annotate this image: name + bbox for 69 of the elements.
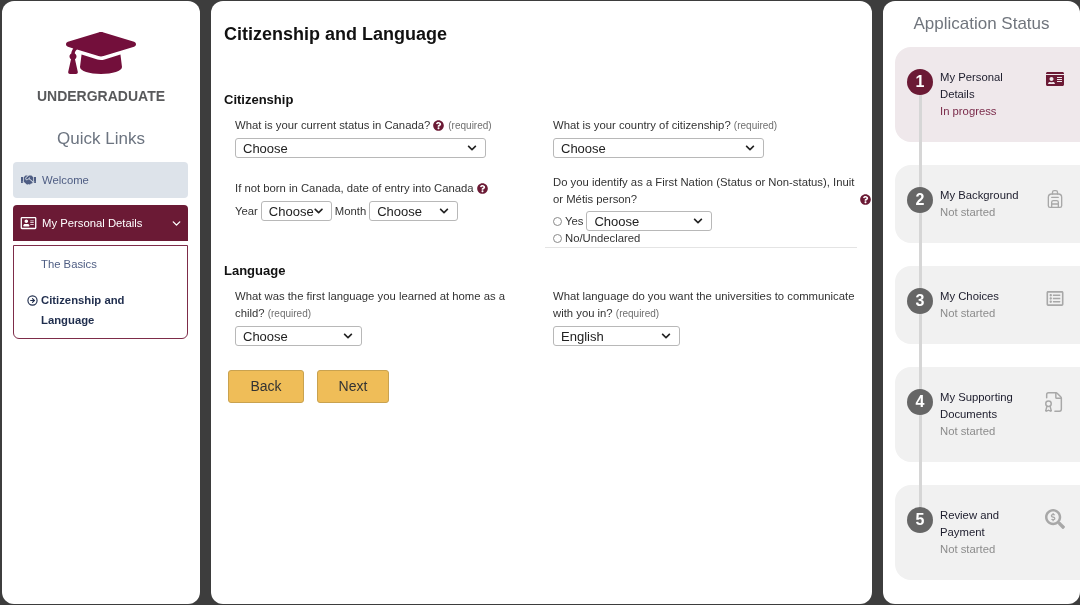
step-number: 5 xyxy=(907,507,933,533)
submenu-link[interactable]: Citizenship and Language xyxy=(27,290,179,330)
chevron-down-icon xyxy=(745,143,755,153)
step-number: 2 xyxy=(907,187,933,213)
section-heading: Citizenship xyxy=(224,92,294,108)
step-title: Review and Payment xyxy=(940,508,1001,540)
step-card[interactable]: 5 Review and Payment Not started xyxy=(895,485,1080,580)
radio-option[interactable]: No/Undeclared xyxy=(553,231,641,245)
section-heading: Language xyxy=(224,263,286,279)
step-status: In progress xyxy=(940,104,997,119)
help-icon[interactable] xyxy=(476,183,488,194)
quick-link[interactable]: Welcome xyxy=(13,162,188,198)
id-card-icon xyxy=(20,216,37,230)
back-button[interactable]: Back xyxy=(228,370,304,403)
select-field[interactable]: Choose xyxy=(369,201,459,221)
backpack-icon xyxy=(1045,189,1065,209)
step-title: My Choices xyxy=(940,289,999,304)
step-status: Not started xyxy=(940,306,996,321)
chevron-down-icon xyxy=(693,216,704,226)
select-field[interactable]: Choose xyxy=(235,326,362,346)
step-card[interactable]: 1 My Personal Details In progress xyxy=(895,47,1080,142)
select-field[interactable]: Choose xyxy=(553,138,764,158)
handshake-icon xyxy=(20,174,37,186)
list-icon xyxy=(1045,290,1065,307)
field-label: If not born in Canada, date of entry into Canada xyxy=(235,181,474,196)
panel-title: Application Status xyxy=(912,13,1051,35)
chevron-down-icon xyxy=(661,331,671,341)
chevron-down-icon xyxy=(467,143,477,153)
step-status: Not started xyxy=(940,542,996,557)
step-status: Not started xyxy=(940,424,996,439)
step-number: 4 xyxy=(907,389,933,415)
search-dollar-icon xyxy=(1045,509,1065,529)
select-field[interactable]: Choose xyxy=(586,211,713,231)
step-status: Not started xyxy=(940,205,996,220)
field-label: What was the first language you learned at home as a child? (required) xyxy=(235,289,507,321)
field-label: Do you identify as a First Nation (Status or Non-status), Inuit or Métis person? xyxy=(553,175,856,207)
quick-link[interactable]: My Personal Details xyxy=(13,205,188,241)
select-field[interactable]: English xyxy=(553,326,680,346)
radio-option[interactable]: Yes xyxy=(553,214,584,228)
radio-icon[interactable] xyxy=(553,216,562,226)
sidebar-heading: Quick Links xyxy=(57,128,145,150)
step-number: 1 xyxy=(907,69,933,95)
select-field[interactable]: Choose xyxy=(235,138,486,158)
submenu-link[interactable]: The Basics xyxy=(27,254,179,274)
step-title: My Supporting Documents xyxy=(940,390,1014,422)
field-label: What language do you want the universities to communicate with you in? (required) xyxy=(553,289,856,321)
next-button[interactable]: Next xyxy=(317,370,389,403)
date-part-label: Year xyxy=(235,203,258,219)
logo-caption: UNDERGRADUATE xyxy=(36,88,166,104)
page-title: Citizenship and Language xyxy=(224,23,448,45)
step-number: 3 xyxy=(907,288,933,314)
required-note: (required) xyxy=(448,119,492,133)
id-card-icon xyxy=(1045,71,1065,87)
chevron-down-icon xyxy=(343,331,353,341)
help-icon[interactable] xyxy=(433,120,445,131)
radio-icon[interactable] xyxy=(553,233,562,243)
select-field[interactable]: Choose xyxy=(260,201,332,221)
help-icon[interactable] xyxy=(860,194,871,205)
field-label: What is your country of citizenship? (required) xyxy=(553,118,778,133)
step-card[interactable]: 4 My Supporting Documents Not started xyxy=(895,367,1080,462)
step-card[interactable]: 2 My Background Not started xyxy=(895,165,1080,243)
date-part-label: Month xyxy=(334,203,367,219)
step-title: My Personal Details xyxy=(940,70,1004,102)
chevron-down-icon xyxy=(313,206,323,216)
step-card[interactable]: 3 My Choices Not started xyxy=(895,266,1080,344)
document-badge-icon xyxy=(1043,391,1065,413)
field-label: What is your current status in Canada? xyxy=(235,118,431,133)
chevron-down-icon xyxy=(439,206,450,216)
step-title: My Background xyxy=(940,188,1019,203)
